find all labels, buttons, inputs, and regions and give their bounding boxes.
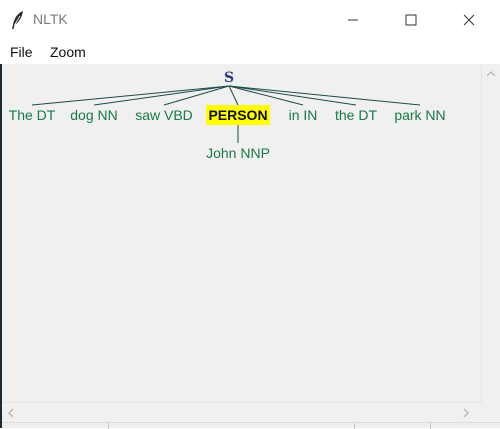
scroll-left-icon[interactable] [7,408,15,418]
maximize-button[interactable] [388,0,434,40]
close-button[interactable] [446,0,492,40]
minimize-icon [348,19,358,21]
parse-tree: S The DT dog NN saw VBD PERSON in IN the… [9,70,446,161]
window-title: NLTK [33,11,68,27]
status-bar [2,422,500,429]
leaf-in-in[interactable]: in IN [289,107,318,123]
minimize-button[interactable] [330,0,376,40]
close-icon [463,14,475,26]
menu-bar: File Zoom [0,40,500,64]
status-divider [354,423,355,429]
edge-the-dt [31,85,230,106]
status-divider [108,423,109,429]
edge-park-nn [228,85,421,106]
leaf-dog-nn[interactable]: dog NN [70,107,117,123]
edge-person [228,85,239,106]
leaf-saw-vbd[interactable]: saw VBD [135,107,193,123]
menu-zoom[interactable]: Zoom [50,44,86,60]
leaf-john-nnp[interactable]: John NNP [206,145,270,161]
menu-file[interactable]: File [10,44,33,60]
title-bar[interactable]: NLTK [0,0,500,40]
edge-dog-nn [93,85,230,106]
scroll-up-icon[interactable] [486,70,496,78]
scroll-right-icon[interactable] [462,408,470,418]
leaf-the-dt[interactable]: The DT [9,107,56,123]
scrollbar-corner [481,402,500,422]
node-person[interactable]: PERSON [208,107,267,123]
tree-canvas[interactable]: S The DT dog NN saw VBD PERSON in IN the… [2,64,481,402]
tree-root-label[interactable]: S [224,70,234,86]
leaf-park-nn[interactable]: park NN [394,107,445,123]
leaf-the-dt-2[interactable]: the DT [335,107,377,123]
status-divider [430,423,431,429]
feather-icon [10,10,26,30]
maximize-icon [405,14,417,26]
horizontal-scrollbar[interactable] [2,402,481,422]
vertical-scrollbar[interactable] [481,64,500,413]
